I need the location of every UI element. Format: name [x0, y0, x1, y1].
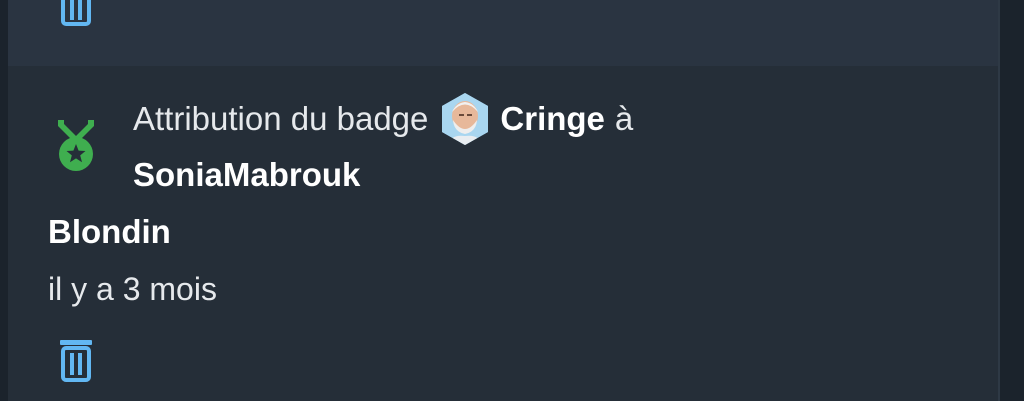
recipient-username[interactable]: SoniaMabrouk [133, 156, 360, 194]
notification-text: Attribution du badge Cringe à [133, 93, 634, 145]
previous-notification-card [8, 0, 998, 66]
granted-by-username[interactable]: Blondin [48, 213, 171, 251]
trash-icon [60, 340, 92, 382]
notification-timestamp: il y a 3 mois [48, 271, 217, 307]
left-gutter [0, 0, 8, 401]
delete-notification-button[interactable] [48, 335, 104, 385]
notification-prefix: Attribution du badge [133, 100, 429, 137]
badge-avatar-image [442, 93, 489, 145]
medal-star-icon [58, 120, 94, 171]
right-gutter [1000, 0, 1024, 401]
previous-delete-button[interactable] [48, 0, 104, 26]
trash-icon [61, 0, 91, 26]
badge-name-link[interactable]: Cringe [500, 100, 605, 138]
notification-connector: à [614, 100, 634, 137]
notification-list: Attribution du badge Cringe à SoniaMabro… [0, 0, 1024, 401]
